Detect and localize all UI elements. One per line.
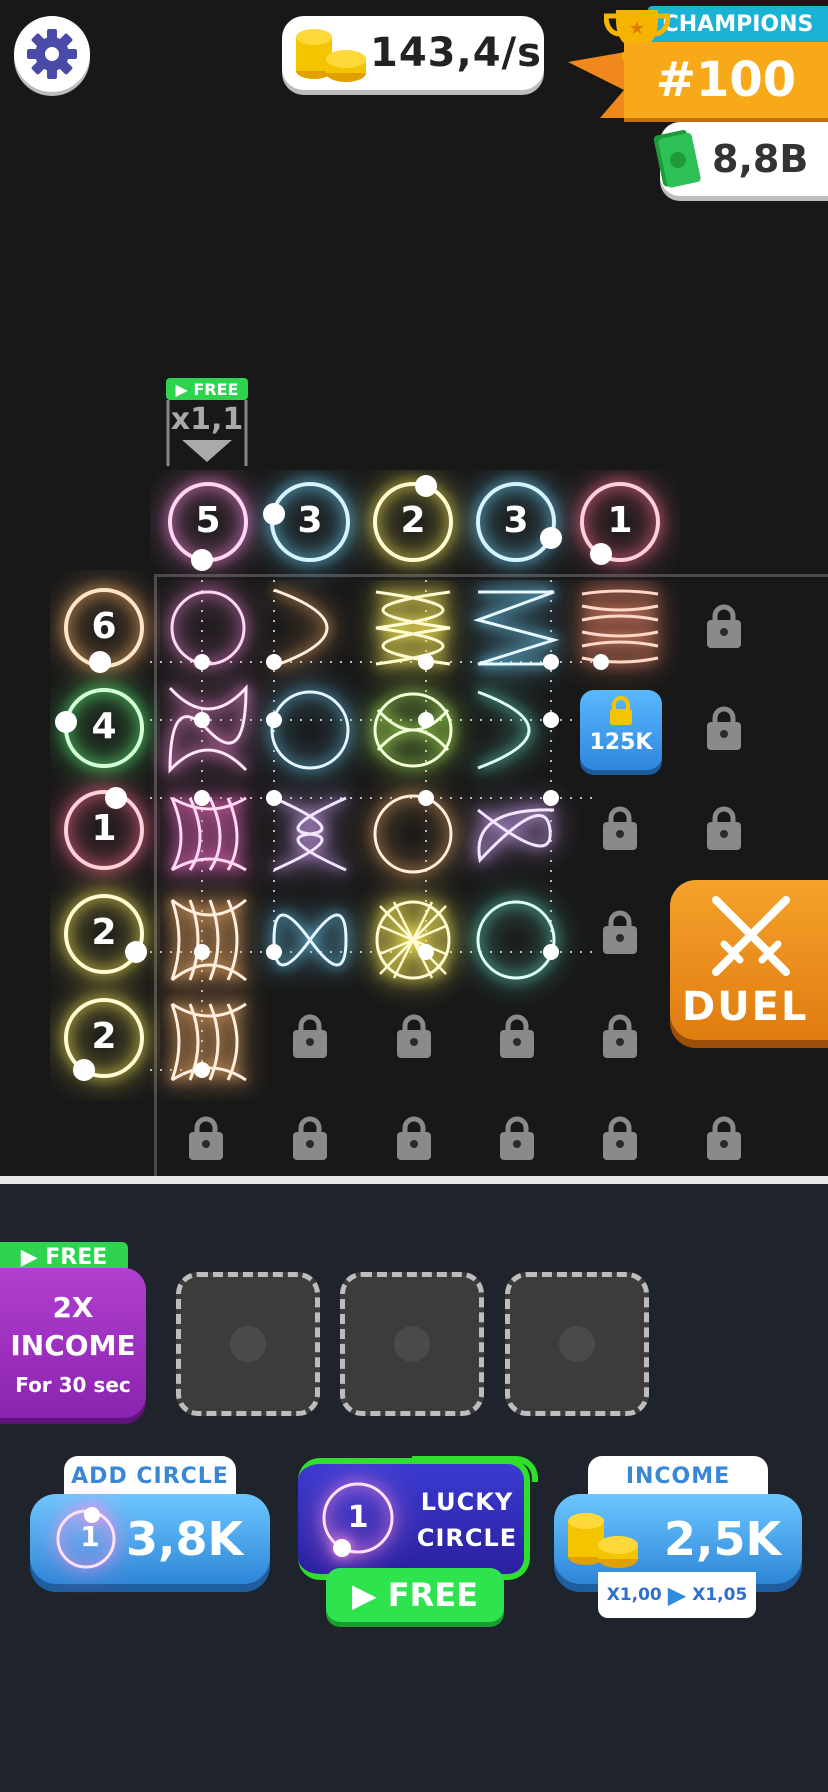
play-arrow-icon: ▶	[667, 1581, 687, 1609]
panel-divider	[0, 1176, 828, 1184]
lucky-free-button[interactable]: ▶ FREE	[326, 1568, 504, 1622]
coins-icon	[568, 1513, 638, 1568]
income-to: X1,05	[692, 1585, 748, 1605]
inventory-slot-3[interactable]	[505, 1272, 649, 1416]
inventory-slot-2[interactable]	[340, 1272, 484, 1416]
add-circle-level: 1	[80, 1520, 100, 1553]
income-multiplier-change: X1,00 ▶ X1,05	[598, 1572, 756, 1618]
income-from: X1,00	[606, 1585, 662, 1605]
income-label: INCOME	[588, 1456, 768, 1496]
lucky-level: 1	[347, 1500, 369, 1535]
add-circle-label: ADD CIRCLE	[64, 1456, 236, 1496]
lucky-line1: LUCKY	[420, 1488, 514, 1516]
crossed-swords-icon	[712, 896, 790, 976]
add-circle-cost: 3,8K	[126, 1512, 244, 1566]
double-income-button[interactable]: 2X INCOME For 30 sec	[0, 1268, 146, 1418]
inventory-slot-1[interactable]	[176, 1272, 320, 1416]
lucky-line2: CIRCLE	[416, 1524, 518, 1552]
boost-line3: For 30 sec	[15, 1373, 131, 1397]
boost-line2: INCOME	[10, 1329, 136, 1362]
lucky-label: LUCKY CIRCLE	[412, 1484, 522, 1556]
income-upgrade-button[interactable]: 2,5K	[554, 1494, 802, 1584]
add-circle-button[interactable]: 1 3,8K	[30, 1494, 270, 1584]
duel-label: DUEL	[682, 984, 809, 1030]
duel-button[interactable]: DUEL	[670, 880, 828, 1040]
boost-line1: 2X	[52, 1291, 94, 1324]
income-cost: 2,5K	[664, 1512, 782, 1566]
